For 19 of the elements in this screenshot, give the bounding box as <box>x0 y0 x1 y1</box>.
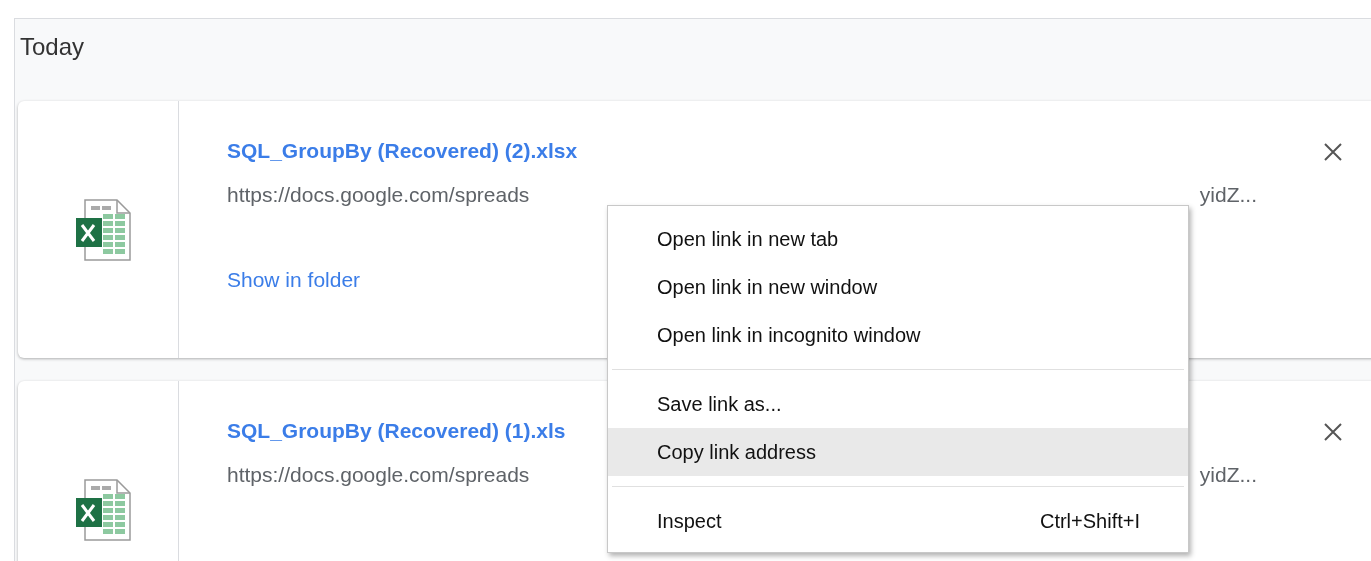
section-title: Today <box>20 33 85 60</box>
menu-item[interactable]: Copy link address <box>608 428 1188 476</box>
file-url: yidZ... <box>1199 463 1257 487</box>
menu-item[interactable]: Open link in new tab <box>608 215 1188 263</box>
file-name-link[interactable]: SQL_GroupBy (Recovered) (1).xls <box>227 419 566 443</box>
file-url: https://docs.google.com/spreads <box>227 183 530 207</box>
close-icon <box>1324 423 1342 441</box>
show-in-folder-link[interactable]: Show in folder <box>227 268 361 292</box>
spreadsheet-file-icon <box>75 478 131 541</box>
shortcut-text: Ctrl+Shift+I <box>1039 509 1140 533</box>
close-icon <box>1324 143 1342 161</box>
menu-item[interactable]: Open link in incognito window <box>608 311 1188 359</box>
menu-item[interactable]: Inspect Ctrl+Shift+I <box>608 497 1188 545</box>
menu-item[interactable]: Open link in new window <box>608 263 1188 311</box>
file-url: yidZ... <box>1199 183 1257 207</box>
spreadsheet-file-icon <box>75 198 131 261</box>
menu-item[interactable]: Save link as... <box>608 380 1188 428</box>
file-url: https://docs.google.com/spreads <box>227 463 530 487</box>
file-name-link[interactable]: SQL_GroupBy (Recovered) (2).xlsx <box>227 139 578 163</box>
